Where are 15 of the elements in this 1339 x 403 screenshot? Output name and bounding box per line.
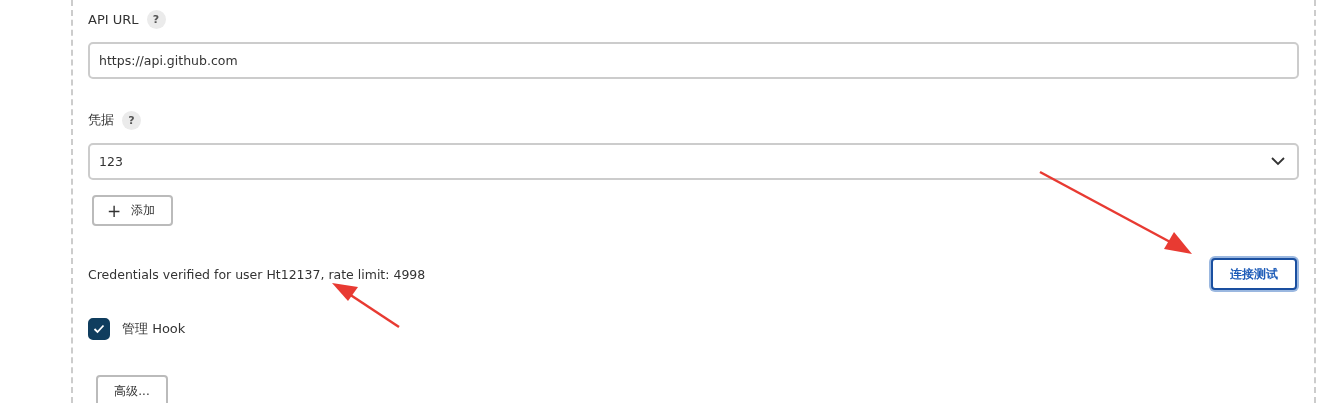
checkmark-icon — [93, 324, 105, 334]
arrow — [332, 283, 400, 329]
credentials-dropdown[interactable]: 123 — [88, 143, 1299, 180]
field-label: API URL — [88, 11, 139, 27]
chevron-down-icon — [1271, 157, 1285, 166]
checkbox[interactable] — [88, 318, 110, 340]
checkbox-label: 管理 Hook — [122, 320, 186, 338]
field-label: 凭据 — [88, 111, 114, 129]
input-field[interactable]: https://api.github.com — [88, 42, 1299, 79]
add-button[interactable]: + 添加 — [92, 195, 173, 226]
help-icon[interactable]: ? — [122, 110, 141, 130]
verification-message: Credentials verified for user Ht12137, rate limit: 4998 — [88, 266, 426, 282]
help-icon[interactable]: ? — [146, 9, 166, 29]
advanced-button[interactable]: 高级... — [96, 375, 168, 403]
test-connection-button[interactable]: 连接测试 — [1211, 258, 1297, 290]
